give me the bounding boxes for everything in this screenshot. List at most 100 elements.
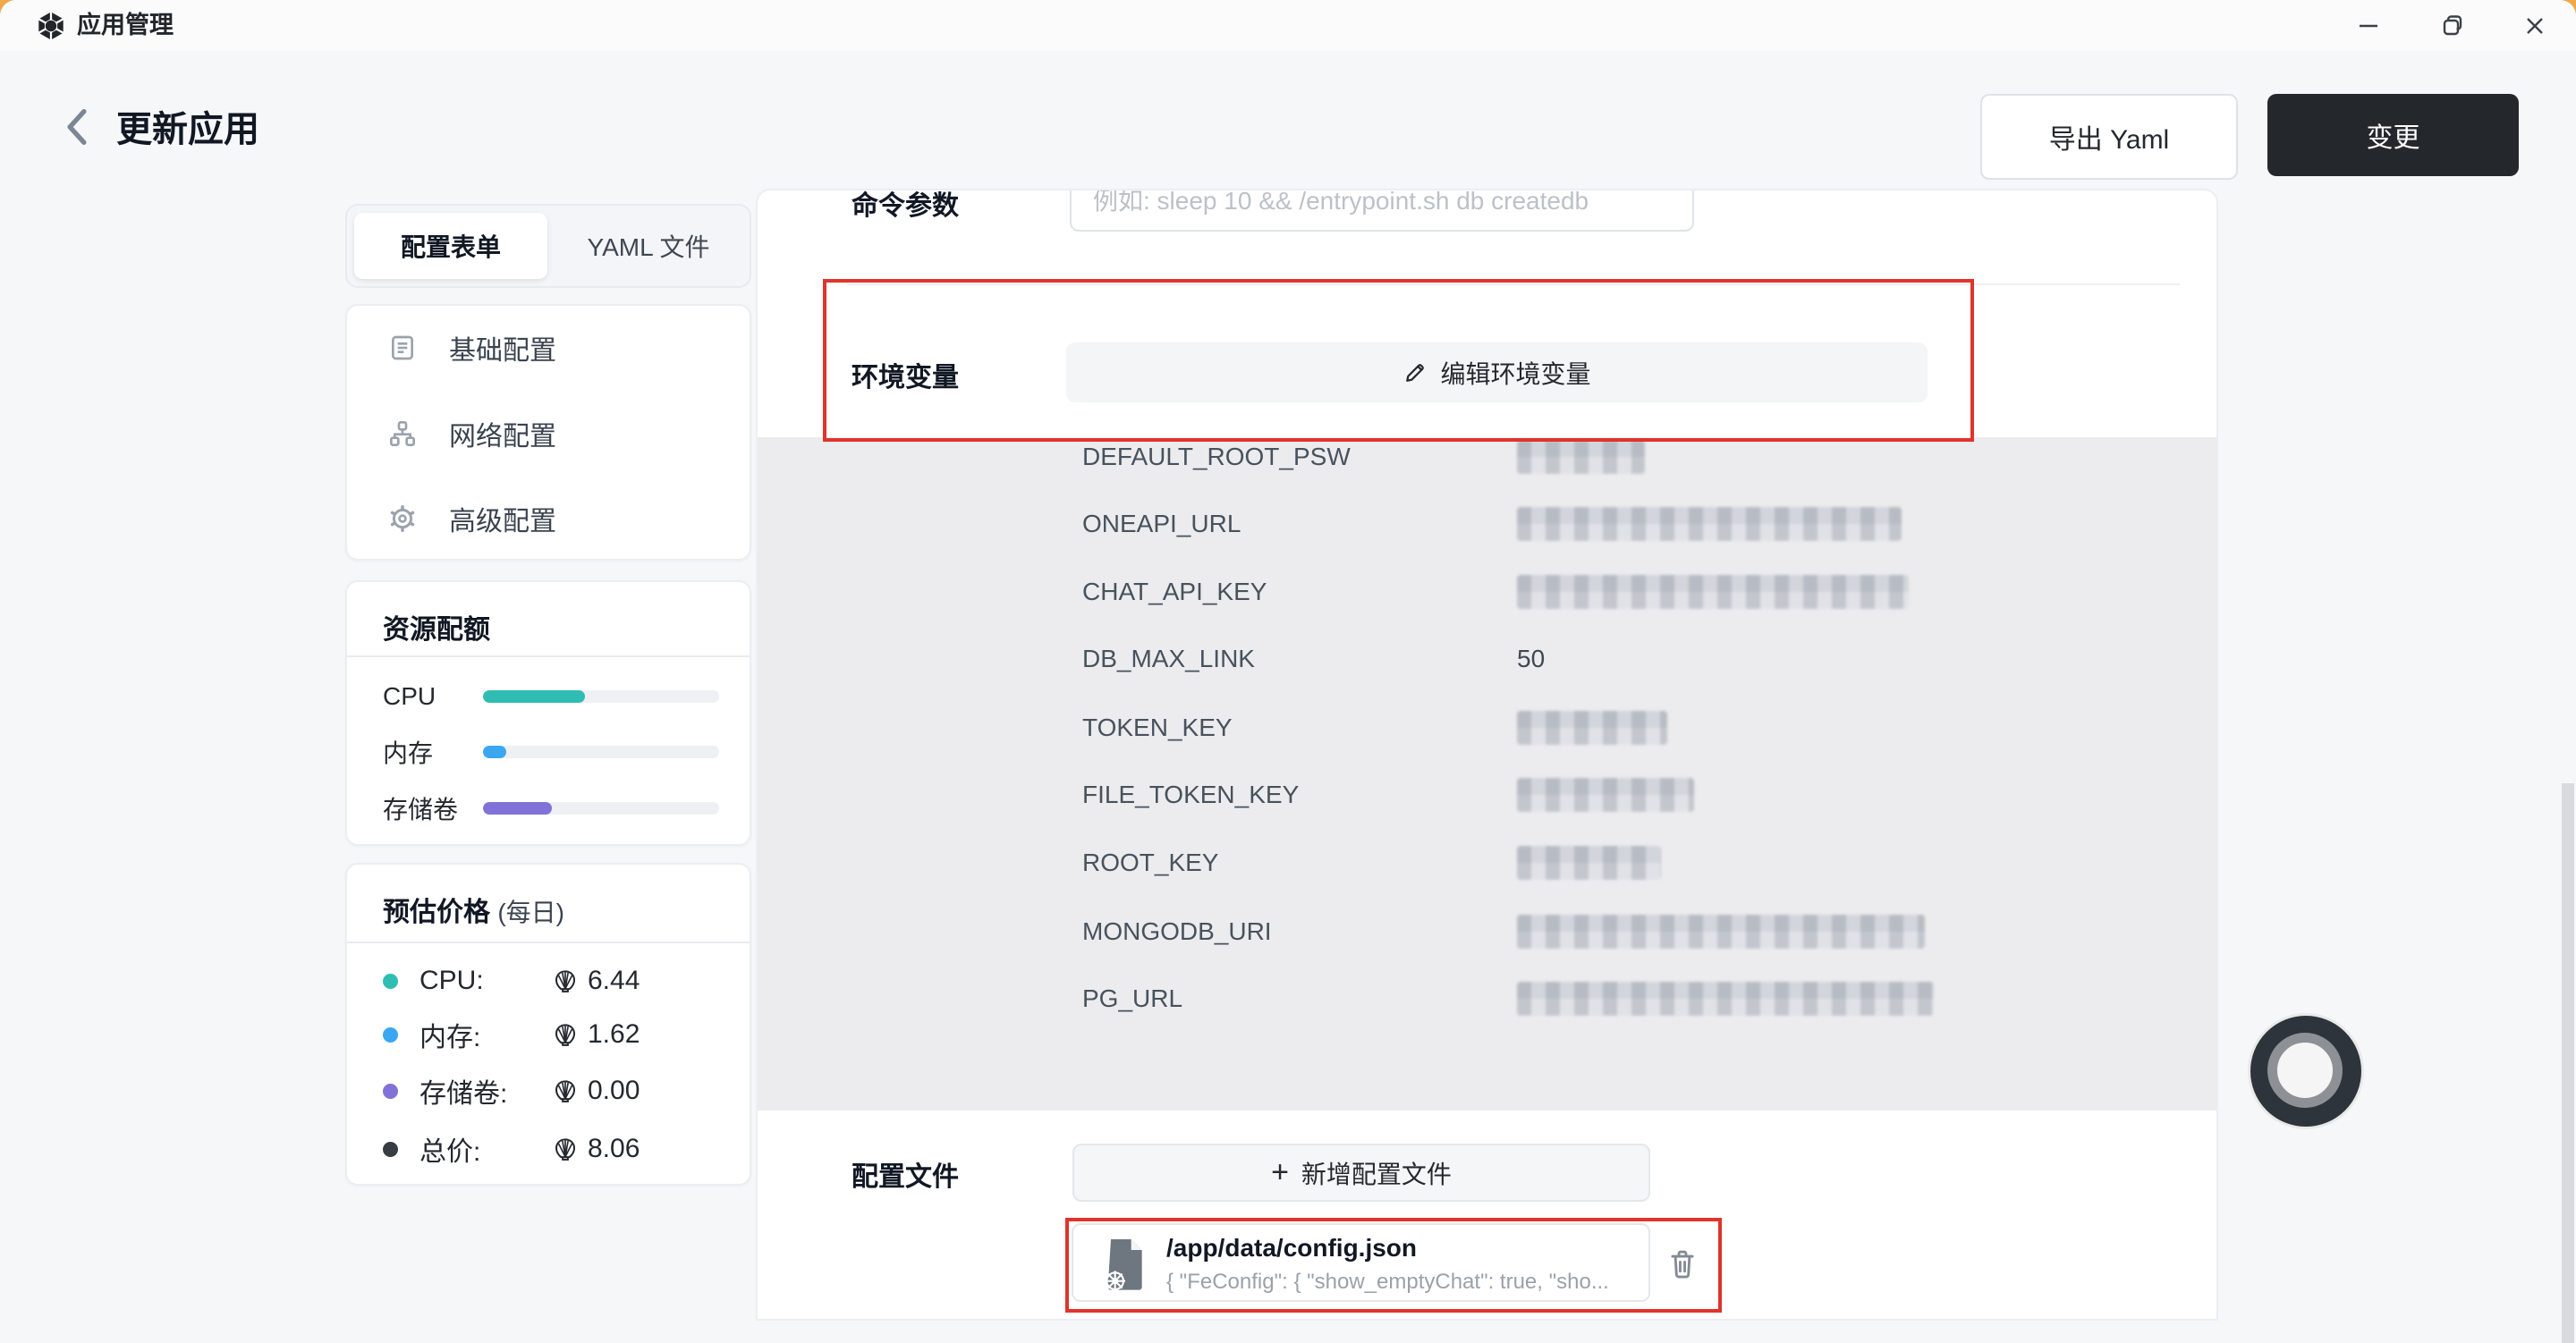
trash-icon (1665, 1246, 1699, 1280)
env-key: DEFAULT_ROOT_PSW (1082, 435, 1351, 478)
quota-title: 资源配额 (383, 607, 490, 646)
sidebar-item-label: 网络配置 (449, 414, 556, 453)
titlebar: 应用管理 (0, 0, 2576, 51)
minimize-button[interactable] (2342, 0, 2395, 51)
total-dot (383, 1142, 398, 1157)
price-value: 8.06 (588, 1134, 640, 1164)
sealos-coin-icon (552, 967, 579, 994)
memory-dot (383, 1027, 398, 1043)
sidebar-item-label: 高级配置 (449, 499, 556, 538)
app-logo-icon (36, 11, 66, 41)
resource-quota-card: 资源配额 CPU 内存 存储卷 (345, 580, 751, 846)
price-label: CPU: (419, 966, 552, 996)
env-vars-list: DEFAULT_ROOT_PSW ONEAPI_URL CHAT_API_KEY… (758, 437, 2216, 1111)
storage-bar (483, 802, 719, 815)
env-row: CHAT_API_KEY (758, 570, 2216, 613)
config-form-panel: 命令参数 例如: sleep 10 && /entrypoint.sh db c… (756, 189, 2218, 1321)
config-file-item[interactable]: /app/data/config.json { "FeConfig": { "s… (1072, 1223, 1650, 1302)
back-button[interactable] (52, 102, 102, 152)
storage-dot (383, 1084, 398, 1099)
env-row: ROOT_KEY (758, 841, 2216, 884)
price-value: 6.44 (588, 966, 640, 996)
file-gear-icon (1097, 1236, 1154, 1293)
env-value: 50 (1517, 638, 1545, 680)
masked-value (1517, 846, 1661, 880)
command-args-label: 命令参数 (852, 189, 959, 223)
add-config-file-button[interactable]: + 新增配置文件 (1072, 1144, 1650, 1202)
divider (847, 283, 2180, 285)
memory-bar (483, 746, 719, 758)
edit-env-vars-label: 编辑环境变量 (1440, 355, 1590, 391)
app-title: 应用管理 (77, 0, 174, 51)
env-key: ONEAPI_URL (1082, 503, 1241, 545)
price-row-storage: 存储卷: 0.00 (383, 1073, 723, 1109)
plus-icon: + (1271, 1155, 1289, 1190)
env-row: PG_URL (758, 977, 2216, 1020)
sidebar-item-basic-config[interactable]: 基础配置 (363, 316, 733, 380)
delete-config-file-button[interactable] (1661, 1242, 1704, 1285)
gear-icon (388, 504, 417, 533)
sidebar-item-network-config[interactable]: 网络配置 (363, 401, 733, 466)
env-vars-label: 环境变量 (852, 355, 959, 394)
price-label: 总价: (419, 1129, 552, 1169)
vertical-scrollbar[interactable] (2562, 783, 2574, 1343)
sidebar-item-label: 基础配置 (449, 328, 556, 367)
price-value: 0.00 (588, 1076, 640, 1106)
price-value: 1.62 (588, 1019, 640, 1050)
config-files-label: 配置文件 (852, 1154, 959, 1194)
app-window: 应用管理 更新应用 导出 Yaml 变更 配置表单 YAML 文件 (0, 0, 2576, 1343)
apply-change-button[interactable]: 变更 (2267, 94, 2519, 176)
env-row: DEFAULT_ROOT_PSW (758, 435, 2216, 478)
chevron-left-icon (62, 107, 92, 147)
env-key: DB_MAX_LINK (1082, 638, 1255, 680)
restore-icon (2439, 13, 2466, 39)
close-button[interactable] (2508, 0, 2562, 51)
tab-yaml-file[interactable]: YAML 文件 (547, 228, 750, 264)
env-key: PG_URL (1082, 977, 1182, 1020)
export-yaml-button[interactable]: 导出 Yaml (1980, 94, 2238, 180)
sidebar-item-advanced-config[interactable]: 高级配置 (363, 486, 733, 551)
env-key: FILE_TOKEN_KEY (1082, 773, 1299, 816)
form-icon (388, 334, 417, 362)
masked-value (1517, 778, 1694, 812)
price-label: 内存: (419, 1015, 552, 1054)
env-key: MONGODB_URI (1082, 910, 1272, 953)
quota-row-memory: 内存 (383, 734, 723, 770)
divider (347, 655, 750, 657)
restore-button[interactable] (2426, 0, 2479, 51)
masked-value (1517, 440, 1645, 474)
price-label: 存储卷: (419, 1071, 552, 1111)
record-button-inner-ring (2267, 1033, 2343, 1108)
command-args-input[interactable]: 例如: sleep 10 && /entrypoint.sh db create… (1070, 189, 1694, 232)
masked-value (1517, 575, 1909, 609)
sealos-coin-icon (552, 1136, 579, 1162)
price-title: 预估价格 (每日) (383, 890, 564, 929)
close-icon (2521, 13, 2548, 39)
env-row: TOKEN_KEY (758, 706, 2216, 749)
masked-value (1517, 507, 1902, 541)
minimize-icon (2355, 13, 2382, 39)
price-row-cpu: CPU: 6.44 (383, 963, 723, 999)
price-card: 预估价格 (每日) CPU: 6.44 内存: 1.62 存储卷: 0.00 总… (345, 863, 751, 1186)
quota-row-cpu: CPU (383, 679, 723, 714)
env-row: FILE_TOKEN_KEY (758, 773, 2216, 816)
env-key: TOKEN_KEY (1082, 706, 1233, 749)
quota-label: 存储卷 (383, 790, 483, 826)
edit-env-vars-button[interactable]: 编辑环境变量 (1066, 342, 1928, 402)
masked-value (1517, 982, 1934, 1016)
floating-record-button[interactable] (2248, 1013, 2364, 1129)
cpu-dot (383, 974, 398, 989)
sealos-coin-icon (552, 1021, 579, 1048)
quota-label: 内存 (383, 734, 483, 770)
tab-config-form[interactable]: 配置表单 (354, 213, 547, 279)
sealos-coin-icon (552, 1077, 579, 1104)
sidebar-nav-card: 基础配置 网络配置 (345, 304, 751, 561)
page-title: 更新应用 (116, 100, 259, 152)
price-subtitle: (每日) (497, 899, 564, 926)
pencil-icon (1402, 360, 1428, 385)
price-row-total: 总价: 8.06 (383, 1131, 723, 1167)
sidebar-tab-switcher: 配置表单 YAML 文件 (345, 204, 751, 288)
config-file-preview: { "FeConfig": { "show_emptyChat": true, … (1166, 1270, 1609, 1295)
divider (347, 942, 750, 943)
masked-value (1517, 915, 1925, 949)
